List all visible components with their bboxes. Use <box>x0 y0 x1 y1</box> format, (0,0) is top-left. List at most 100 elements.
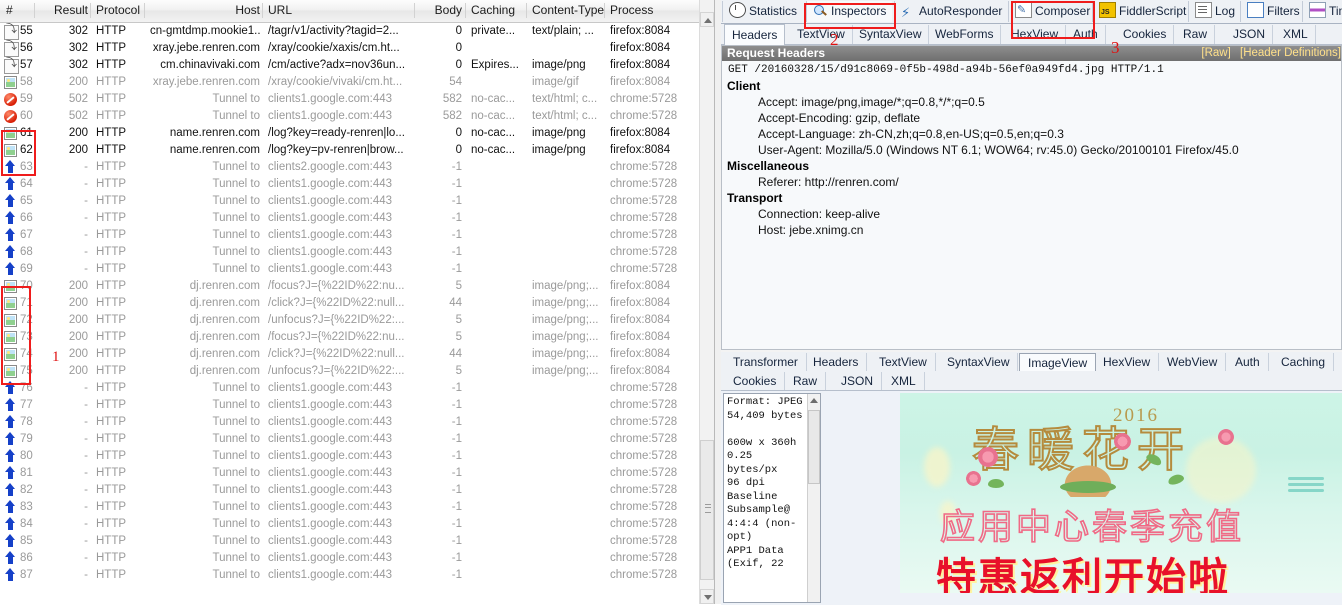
column-divider[interactable] <box>526 3 527 18</box>
column-header-body[interactable]: Body <box>420 3 462 21</box>
tab-fiddlerscript[interactable]: FiddlerScript <box>1092 1 1192 23</box>
session-list-scrollbar[interactable] <box>699 0 714 604</box>
response-tab-hexview[interactable]: HexView <box>1095 353 1160 371</box>
tab-timeline[interactable]: Timeline <box>1302 1 1342 22</box>
session-row[interactable]: 61 200 HTTP name.renren.com/log?key=ready-r… <box>0 125 700 142</box>
response-tab-textview[interactable]: TextView <box>871 353 936 371</box>
cell-host: name.renren.com <box>169 144 260 156</box>
column-divider[interactable] <box>144 3 145 18</box>
session-row[interactable]: 84- HTTP Tunnel to clients1.google.com:443-… <box>0 516 700 533</box>
tab-log[interactable]: Log <box>1188 1 1241 22</box>
raw-link[interactable]: [Raw] <box>1201 47 1230 59</box>
column-header-result[interactable]: Result <box>40 3 88 21</box>
column-header-caching[interactable]: Caching <box>471 3 527 21</box>
metadata-scroll-up-arrow[interactable] <box>810 398 818 403</box>
session-grid-header[interactable]: # Result Protocol Host URL Body Caching Content… <box>0 0 714 23</box>
session-row[interactable]: 81- HTTP Tunnel to clients1.google.com:443-… <box>0 465 700 482</box>
metadata-scrollbar[interactable] <box>807 394 820 602</box>
session-row[interactable]: 66- HTTP Tunnel to clients1.google.com:443-… <box>0 210 700 227</box>
column-header-process[interactable]: Process <box>610 3 694 21</box>
session-row[interactable]: 65- HTTP Tunnel to clients1.google.com:443-… <box>0 193 700 210</box>
tab-inspectors[interactable]: Inspectors <box>806 1 893 22</box>
request-tab-xml[interactable]: XML <box>1276 25 1316 44</box>
request-tab-syntaxview[interactable]: SyntaxView <box>852 25 930 44</box>
cell-body: -1 <box>451 535 462 547</box>
request-tab-auth[interactable]: Auth <box>1066 25 1106 44</box>
tab-autoresponder[interactable]: AutoResponder <box>894 1 1008 23</box>
image-metadata-list[interactable]: Format: JPEG 54,409 bytes 600w x 360h 0.25… <box>723 393 821 603</box>
column-header-host[interactable]: Host <box>150 3 260 21</box>
session-row[interactable]: 77- HTTP Tunnel to clients1.google.com:443-… <box>0 397 700 414</box>
scroll-thumb[interactable] <box>700 440 714 580</box>
response-tab-json[interactable]: JSON <box>833 372 883 390</box>
response-tab-strip-row2[interactable]: Cookies Raw JSON XML <box>721 371 1342 391</box>
column-divider[interactable] <box>34 3 35 18</box>
main-tab-strip[interactable]: Statistics Inspectors AutoResponder Compose… <box>721 0 1342 24</box>
session-row[interactable]: 63- HTTP Tunnel to clients2.google.com:443-… <box>0 159 700 176</box>
session-row[interactable]: 83- HTTP Tunnel to clients1.google.com:443-… <box>0 499 700 516</box>
response-tab-headers[interactable]: Headers <box>805 353 868 371</box>
session-row[interactable]: 59 502 HTTP Tunnel to clients1.google.com:44… <box>0 91 700 108</box>
request-tab-hexview[interactable]: HexView <box>1004 25 1067 44</box>
session-row[interactable]: 87- HTTP Tunnel to clients1.google.com:443-… <box>0 567 700 581</box>
session-row[interactable]: 67- HTTP Tunnel to clients1.google.com:443-… <box>0 227 700 244</box>
request-tab-headers[interactable]: Headers <box>724 24 786 45</box>
session-row[interactable]: 69- HTTP Tunnel to clients1.google.com:443-… <box>0 261 700 278</box>
session-row[interactable]: 55302HTTPcn-gmtdmp.mookie1.../tagr/v1/ac… <box>0 23 700 40</box>
session-row[interactable]: 64- HTTP Tunnel to clients1.google.com:443-… <box>0 176 700 193</box>
tab-composer[interactable]: Composer <box>1008 0 1096 22</box>
session-row[interactable]: 85- HTTP Tunnel to clients1.google.com:443-… <box>0 533 700 550</box>
column-divider[interactable] <box>262 3 263 18</box>
cell-host: Tunnel to <box>212 433 260 445</box>
tab-statistics[interactable]: Statistics <box>722 1 803 22</box>
session-row[interactable]: 60 502 HTTP Tunnel to clients1.google.com:44… <box>0 108 700 125</box>
request-inspector-tab-strip[interactable]: Headers TextView SyntaxView WebForms HexView… <box>721 24 1342 45</box>
response-tab-syntaxview[interactable]: SyntaxView <box>939 353 1019 371</box>
response-tab-caching[interactable]: Caching <box>1273 353 1335 371</box>
response-tab-strip-row1[interactable]: Transformer Headers TextView SyntaxView Imag… <box>721 352 1342 373</box>
request-tab-json[interactable]: JSON <box>1226 25 1274 44</box>
response-tab-webview[interactable]: WebView <box>1159 353 1227 371</box>
column-header-url[interactable]: URL <box>268 3 428 21</box>
session-row[interactable]: 56302HTTPxray.jebe.renren.com/xray/cooki… <box>0 40 700 57</box>
response-tab-cookies[interactable]: Cookies <box>725 372 786 390</box>
session-row[interactable]: 75 200 HTTP dj.renren.com/unfocus?J={%22ID%… <box>0 363 700 380</box>
cell-protocol: HTTP <box>96 382 127 394</box>
request-tab-textview[interactable]: TextView <box>790 25 853 44</box>
tab-filters[interactable]: Filters <box>1240 1 1306 22</box>
response-tab-imageview[interactable]: ImageView <box>1019 353 1097 373</box>
response-tab-transformer[interactable]: Transformer <box>725 353 807 371</box>
column-divider[interactable] <box>604 3 605 18</box>
request-tab-cookies[interactable]: Cookies <box>1116 25 1175 44</box>
session-row[interactable]: 82- HTTP Tunnel to clients1.google.com:443-… <box>0 482 700 499</box>
response-tab-xml[interactable]: XML <box>883 372 925 390</box>
session-row[interactable]: 68- HTTP Tunnel to clients1.google.com:443-… <box>0 244 700 261</box>
column-divider[interactable] <box>414 3 415 18</box>
session-row[interactable]: 71 200 HTTP dj.renren.com/click?J={%22ID%22… <box>0 295 700 312</box>
request-tab-webforms[interactable]: WebForms <box>928 25 1002 44</box>
column-divider[interactable] <box>465 3 466 18</box>
session-row[interactable]: 78- HTTP Tunnel to clients1.google.com:443-… <box>0 414 700 431</box>
metadata-scroll-thumb[interactable] <box>808 410 820 484</box>
session-row[interactable]: 80- HTTP Tunnel to clients1.google.com:443-… <box>0 448 700 465</box>
column-header-protocol[interactable]: Protocol <box>96 3 148 21</box>
session-row[interactable]: 58 200 HTTP xray.jebe.renren.com/xray/cooki… <box>0 74 700 91</box>
session-row[interactable]: 76- HTTP Tunnel to clients1.google.com:443-… <box>0 380 700 397</box>
session-row[interactable]: 72 200 HTTP dj.renren.com/unfocus?J={%22ID%… <box>0 312 700 329</box>
session-row[interactable]: 79- HTTP Tunnel to clients1.google.com:443-… <box>0 431 700 448</box>
session-row[interactable]: 74 200 HTTP dj.renren.com/click?J={%22ID%22… <box>0 346 700 363</box>
session-row[interactable]: 73 200 HTTP dj.renren.com/focus?J={%22ID%22… <box>0 329 700 346</box>
session-row[interactable]: 57302HTTPcm.chinavivaki.com/cm/active?ad… <box>0 57 700 74</box>
scroll-up-button[interactable] <box>700 12 714 27</box>
session-row[interactable]: 70 200 HTTP dj.renren.com/focus?J={%22ID%22… <box>0 278 700 295</box>
response-tab-auth[interactable]: Auth <box>1227 353 1269 371</box>
header-definitions-link[interactable]: [Header Definitions] <box>1240 47 1341 59</box>
scroll-down-button[interactable] <box>700 589 714 604</box>
column-header-ctype[interactable]: Content-Type <box>532 3 604 21</box>
response-tab-raw[interactable]: Raw <box>785 372 827 390</box>
session-grid-rows[interactable]: 5 5 302 HTTP cn-gmtdmp.mookie1... /tagr/v1/ac… <box>0 23 700 581</box>
session-row[interactable]: 62 200 HTTP name.renren.com/log?key=pv-renr… <box>0 142 700 159</box>
column-divider[interactable] <box>90 3 91 18</box>
request-tab-raw[interactable]: Raw <box>1176 25 1216 44</box>
session-row[interactable]: 86- HTTP Tunnel to clients1.google.com:443-… <box>0 550 700 567</box>
